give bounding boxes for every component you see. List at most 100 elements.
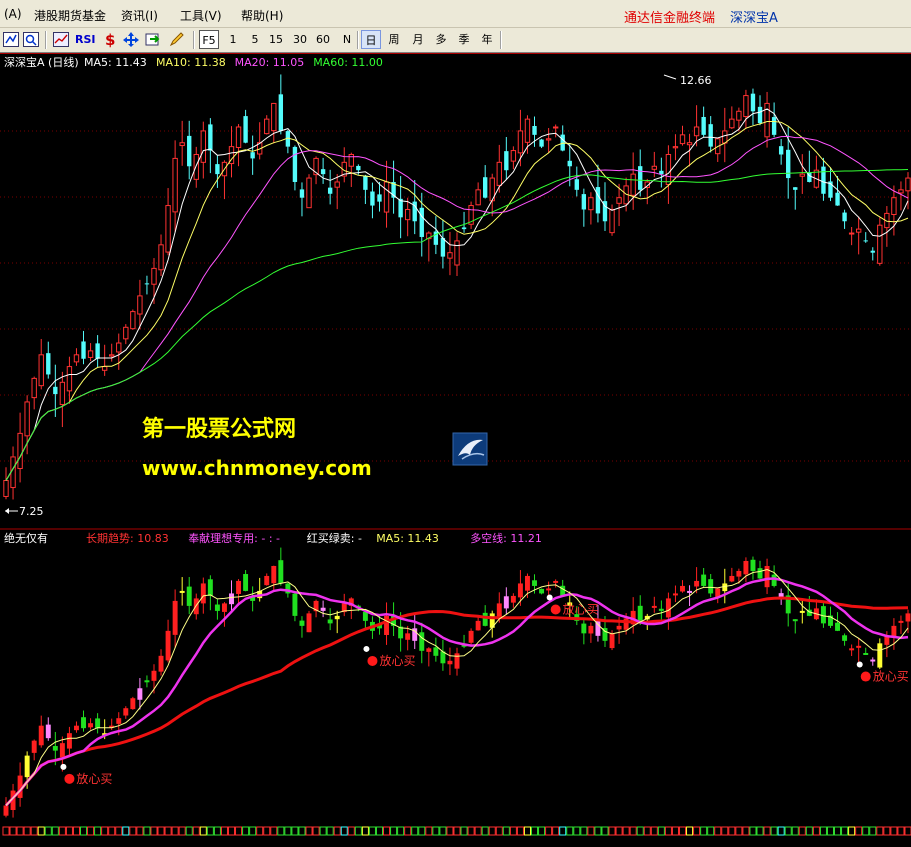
candle-body bbox=[320, 169, 326, 175]
f5-button[interactable]: F5 bbox=[199, 30, 219, 49]
indicator-bar bbox=[503, 596, 509, 609]
indicator-bar bbox=[123, 708, 129, 716]
candle-body bbox=[95, 343, 100, 359]
indicator-bar bbox=[95, 718, 101, 729]
indicator-bar bbox=[863, 653, 869, 656]
indicator-label-1: 奉献理想专用: - : - bbox=[188, 531, 280, 545]
period-multi[interactable]: 多 bbox=[432, 30, 450, 49]
indicator-bar bbox=[320, 607, 326, 611]
indicator-bar bbox=[229, 593, 234, 605]
period-1min[interactable]: 1 bbox=[224, 30, 242, 49]
move-icon[interactable] bbox=[122, 31, 140, 48]
candle-body bbox=[53, 386, 58, 395]
indicator-bar bbox=[31, 740, 37, 753]
indicator-bar bbox=[553, 580, 559, 583]
menu-item-tools[interactable]: 工具(V) bbox=[180, 7, 222, 24]
candle-body bbox=[532, 125, 537, 135]
buy-signal-dot bbox=[550, 604, 561, 615]
line-chart-icon[interactable] bbox=[52, 31, 70, 48]
candle-body bbox=[398, 198, 403, 218]
indicator-bar bbox=[651, 605, 657, 608]
candle-body bbox=[651, 165, 657, 170]
indicator-bar bbox=[45, 724, 51, 739]
menu-item-hk-futures[interactable]: 港股期货基金 bbox=[34, 7, 106, 24]
main-panel-title: 深深宝A (日线) bbox=[4, 55, 79, 69]
candle-body bbox=[109, 354, 115, 357]
indicator-bar bbox=[637, 605, 643, 621]
candle-body bbox=[708, 124, 713, 147]
chart-mode-icon[interactable] bbox=[2, 31, 20, 48]
indicator-bar bbox=[426, 648, 432, 652]
indicator-bar bbox=[179, 590, 185, 593]
period-60min[interactable]: 60 bbox=[314, 30, 332, 49]
pencil-icon[interactable] bbox=[168, 31, 186, 48]
indicator-bar bbox=[672, 593, 678, 596]
candle-body bbox=[793, 187, 798, 190]
indicator-bar bbox=[905, 613, 911, 622]
signal-cross bbox=[60, 763, 67, 770]
indicator-bar bbox=[736, 570, 742, 577]
indicator-bar bbox=[236, 580, 242, 594]
buy-signal-label: 放心买 bbox=[76, 771, 112, 786]
ma-label-0: MA5: 11.43 bbox=[84, 56, 147, 69]
period-week[interactable]: 周 bbox=[385, 30, 403, 49]
candle-body bbox=[574, 179, 579, 190]
indicator-bar bbox=[334, 615, 340, 620]
period-year[interactable]: 年 bbox=[478, 30, 496, 49]
candle-body bbox=[440, 237, 446, 257]
indicator-bar bbox=[891, 625, 897, 637]
candle-body bbox=[363, 175, 368, 190]
buy-signal-dot bbox=[367, 655, 378, 666]
candle-body bbox=[278, 94, 284, 131]
candle-body bbox=[17, 432, 23, 470]
indicator-bar bbox=[130, 698, 136, 710]
menu-bar: (A) 港股期货基金 资讯(I) 工具(V) 帮助(H) 通达信金融终端 深深宝… bbox=[0, 0, 911, 28]
candle-body bbox=[208, 124, 213, 151]
dollar-icon[interactable]: $ bbox=[101, 31, 119, 49]
candle-body bbox=[356, 165, 361, 171]
rsi-button[interactable]: RSI bbox=[75, 30, 96, 49]
candle-body bbox=[483, 177, 488, 198]
period-30min[interactable]: 30 bbox=[291, 30, 309, 49]
candle-body bbox=[3, 480, 9, 497]
indicator-bar bbox=[292, 593, 298, 616]
indicator-bar bbox=[687, 590, 693, 593]
period-5min[interactable]: 5 bbox=[246, 30, 264, 49]
indicator-bar bbox=[405, 633, 411, 640]
menu-item-help[interactable]: 帮助(H) bbox=[241, 7, 283, 24]
indicator-bar bbox=[616, 625, 622, 630]
period-day[interactable]: 日 bbox=[361, 30, 381, 49]
indicator-label-2: 红买绿卖: - bbox=[307, 531, 362, 545]
indicator-bar bbox=[849, 648, 855, 651]
kline-chart[interactable]: 深深宝A (日线) MA5: 11.43 MA10: 11.38 MA20: 11.… bbox=[0, 53, 911, 847]
indicator-bar bbox=[898, 620, 904, 623]
indicator-bar bbox=[539, 588, 545, 594]
indicator-bar bbox=[532, 580, 537, 586]
candle-body bbox=[821, 166, 826, 194]
buy-signal-label: 放心买 bbox=[563, 602, 599, 617]
menu-item-a[interactable]: (A) bbox=[4, 7, 22, 21]
period-n[interactable]: N bbox=[338, 30, 356, 49]
candle-body bbox=[665, 153, 672, 185]
export-icon[interactable] bbox=[144, 31, 162, 48]
candle-body bbox=[855, 228, 862, 233]
zoom-icon[interactable] bbox=[22, 31, 40, 48]
indicator-bar bbox=[609, 633, 615, 649]
indicator-bar bbox=[144, 680, 150, 683]
toolbar: RSI $ F5 1 5 15 30 60 N 日 周 月 多 季 年 bbox=[0, 28, 911, 53]
indicator-bar bbox=[447, 660, 453, 665]
menu-item-info[interactable]: 资讯(I) bbox=[121, 7, 158, 24]
candle-body bbox=[101, 366, 108, 371]
period-month[interactable]: 月 bbox=[409, 30, 427, 49]
indicator-bar bbox=[221, 603, 227, 612]
candle-body bbox=[877, 224, 883, 264]
candle-body bbox=[299, 189, 305, 198]
candle-body bbox=[835, 192, 840, 206]
period-15min[interactable]: 15 bbox=[267, 30, 285, 49]
candle-body bbox=[31, 377, 37, 399]
period-quarter[interactable]: 季 bbox=[455, 30, 473, 49]
candle-body bbox=[686, 142, 693, 146]
indicator-bar bbox=[496, 603, 502, 619]
indicator-label-3: MA5: 11.43 bbox=[376, 532, 439, 545]
candle-body bbox=[73, 354, 80, 363]
